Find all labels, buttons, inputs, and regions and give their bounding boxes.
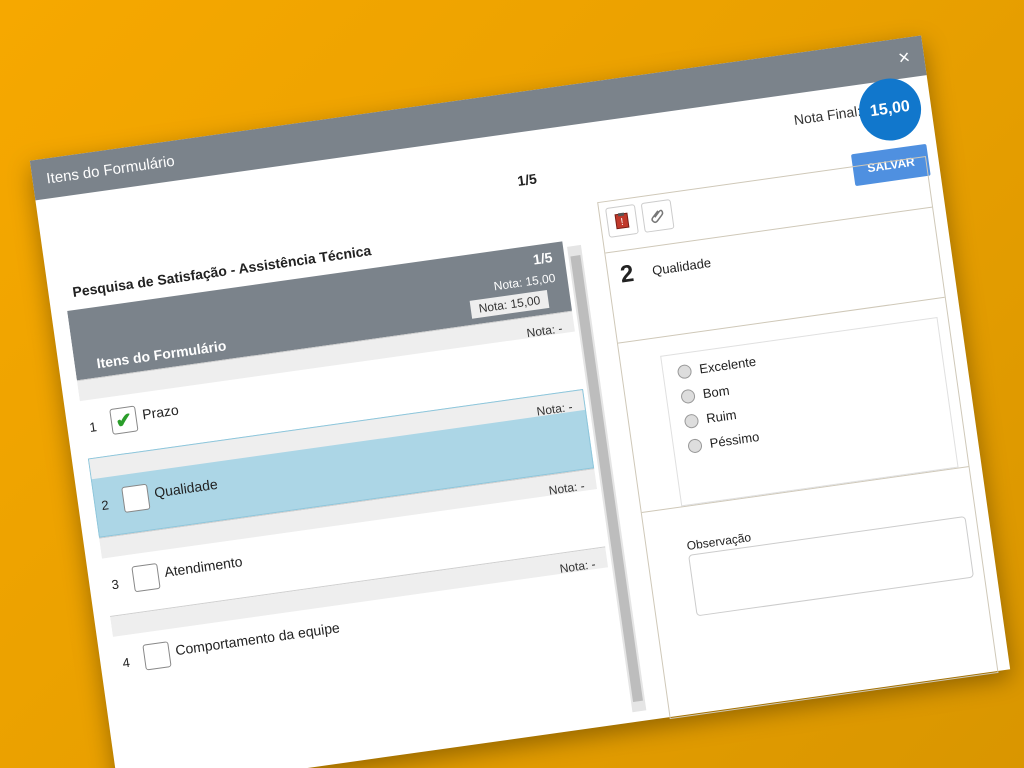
item-number: 1 <box>88 419 98 435</box>
section-nota: Nota: 15,00 <box>469 290 550 319</box>
item-label: Atendimento <box>163 553 244 580</box>
clipboard-alert-icon[interactable]: ! <box>605 203 639 238</box>
item-label: Comportamento da equipe <box>174 619 341 659</box>
close-icon[interactable]: × <box>897 46 912 70</box>
final-score-badge: 15,00 <box>855 74 926 145</box>
radio-icon[interactable] <box>687 437 703 454</box>
window-title: Itens do Formulário <box>45 152 176 188</box>
option-label: Ruim <box>705 406 738 427</box>
item-label: Qualidade <box>153 475 219 501</box>
option-label: Excelente <box>698 353 757 377</box>
stage: Itens do Formulário × 1/5 Nota Final: 15… <box>0 0 1024 768</box>
question-title: Qualidade <box>651 255 712 279</box>
paperclip-icon[interactable] <box>640 198 675 233</box>
item-checkbox[interactable] <box>131 562 161 593</box>
item-number: 3 <box>110 576 120 593</box>
final-score-label: Nota Final: <box>792 102 863 128</box>
item-number: 2 <box>100 497 110 514</box>
option-label: Bom <box>701 382 731 402</box>
observation-textarea[interactable] <box>688 515 975 617</box>
question-number: 2 <box>618 259 636 289</box>
radio-icon[interactable] <box>676 363 693 380</box>
item-checkbox[interactable] <box>121 483 151 513</box>
option-label: Péssimo <box>708 428 761 451</box>
item-checkbox[interactable] <box>142 641 172 671</box>
section-pager: 1/5 <box>531 249 554 268</box>
right-panel: ! 2 Qualidade Excelente Bom Ruim Péssimo… <box>597 155 999 720</box>
radio-icon[interactable] <box>680 388 696 404</box>
radio-icon[interactable] <box>683 412 700 429</box>
pager-top: 1/5 <box>516 170 538 190</box>
item-checkbox[interactable]: ✔ <box>109 405 139 435</box>
check-icon: ✔ <box>114 408 134 433</box>
item-label: Prazo <box>141 401 180 423</box>
left-panel: Pesquisa de Satisfação - Assistência Téc… <box>62 205 649 768</box>
item-number: 4 <box>121 654 131 671</box>
form-dialog: Itens do Formulário × 1/5 Nota Final: 15… <box>29 35 1011 768</box>
